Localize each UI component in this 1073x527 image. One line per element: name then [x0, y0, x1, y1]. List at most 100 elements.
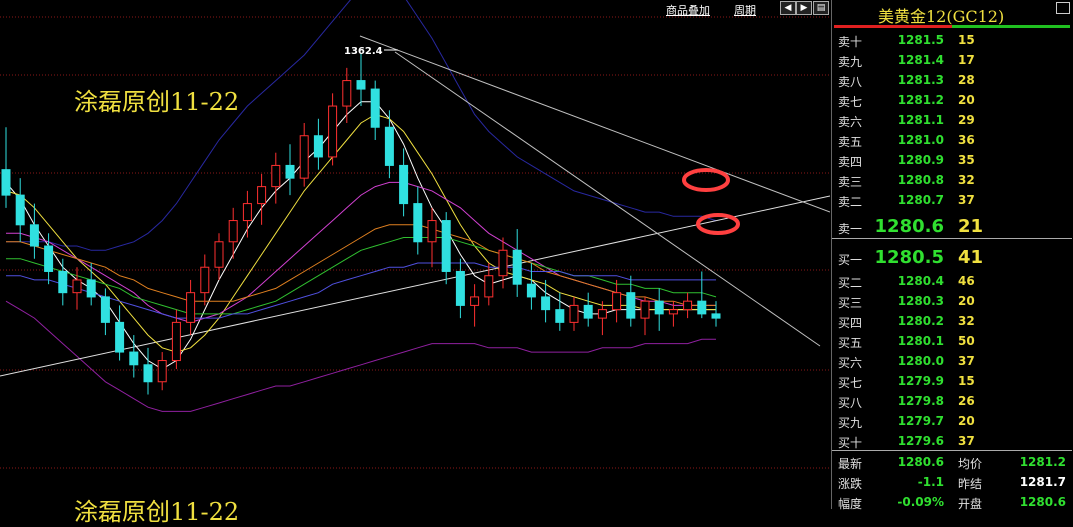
sell-price: 1280.8	[897, 173, 944, 187]
buy-row[interactable]: 买六 1280.0 37	[832, 351, 1072, 371]
buy-row[interactable]: 买七 1279.9 15	[832, 371, 1072, 391]
sell-row[interactable]: 卖三 1280.8 32	[832, 170, 1072, 190]
sell-price: 1280.7	[897, 193, 944, 207]
sell-label: 卖五	[838, 135, 863, 149]
sell-row[interactable]: 卖二 1280.7 37	[832, 190, 1072, 210]
contract-title: 美黄金12(GC12)	[878, 7, 1005, 26]
sell-price: 1281.3	[897, 73, 944, 87]
candle-body	[242, 203, 252, 222]
sell-qty: 29	[958, 113, 975, 127]
peak-annotation: 1362.4	[344, 46, 383, 57]
buy-row[interactable]: 买一 1280.5 41	[832, 245, 1072, 268]
watermark-bottom: 涂磊原创11-22	[74, 498, 240, 526]
buy-qty: 37	[958, 354, 975, 368]
candle-body	[200, 266, 210, 294]
sell-label: 卖一	[838, 222, 863, 236]
sell-strength-bar	[834, 25, 952, 28]
candle-body	[484, 275, 494, 298]
nav-menu-button[interactable]: ▤	[813, 1, 829, 15]
buy-qty: 37	[958, 434, 975, 448]
moving-average-line	[5, 113, 716, 353]
candle-body	[626, 292, 636, 319]
sell-qty: 37	[958, 193, 975, 207]
candle-body	[711, 313, 721, 319]
candle-body	[498, 249, 508, 277]
buy-qty: 20	[958, 294, 975, 308]
sell-row[interactable]: 卖十 1281.5 15	[832, 30, 1072, 50]
candle-body	[413, 203, 423, 243]
buy-label: 买六	[838, 356, 863, 370]
moving-average-line	[5, 101, 716, 370]
sell-price: 1281.0	[897, 133, 944, 147]
candle-body	[612, 292, 622, 311]
sell-qty: 36	[958, 133, 975, 147]
buy-row[interactable]: 买三 1280.3 20	[832, 291, 1072, 311]
candle-body	[313, 135, 323, 158]
period-link[interactable]: 周期	[734, 2, 756, 18]
sell-row[interactable]: 卖六 1281.1 29	[832, 110, 1072, 130]
nav-right-button[interactable]: ▶	[796, 1, 812, 15]
panel-toggle-button[interactable]	[1056, 2, 1070, 14]
candle-body	[186, 292, 196, 323]
candle-body	[555, 309, 565, 323]
sell-label: 卖八	[838, 75, 863, 89]
buy-label: 买二	[838, 276, 863, 290]
highlight-marks	[384, 49, 740, 235]
panel-header: 美黄金12(GC12)	[832, 0, 1072, 26]
band-lower-line	[5, 300, 716, 412]
candle-body	[129, 351, 139, 366]
buy-row[interactable]: 买八 1279.8 26	[832, 391, 1072, 411]
buy-label: 买七	[838, 376, 863, 390]
buy-row[interactable]: 买四 1280.2 32	[832, 311, 1072, 331]
candle-body	[654, 300, 664, 315]
candle-body	[356, 80, 366, 90]
candle-body	[157, 360, 167, 383]
buy-row[interactable]: 买二 1280.4 46	[832, 271, 1072, 291]
buy-price: 1280.4	[897, 274, 944, 288]
candle-body	[29, 224, 39, 247]
highlight-ellipse-lower	[696, 213, 740, 235]
stat-row-percent: 幅度 -0.09% 开盘 1280.6	[838, 495, 1066, 511]
sell-row[interactable]: 卖八 1281.3 28	[832, 70, 1072, 90]
candle-body	[328, 105, 338, 158]
candle-body	[640, 300, 650, 319]
candle-body	[399, 164, 409, 205]
candle-body	[455, 270, 465, 306]
candlestick-chart: 1362.4	[0, 0, 830, 469]
buy-strength-bar	[952, 25, 1070, 28]
buy-qty: 46	[958, 274, 975, 288]
sell-row[interactable]: 卖九 1281.4 17	[832, 50, 1072, 70]
buy-row[interactable]: 买五 1280.1 50	[832, 331, 1072, 351]
candle-body	[384, 126, 394, 166]
sell-row[interactable]: 卖一 1280.6 21	[832, 214, 1072, 237]
resistance-trend-line	[359, 35, 830, 213]
sell-label: 卖二	[838, 195, 863, 209]
candle-body	[115, 321, 125, 353]
sell-qty: 15	[958, 33, 975, 47]
candle-body	[597, 309, 607, 319]
nav-left-button[interactable]: ◀	[780, 1, 796, 15]
buy-row[interactable]: 买九 1279.7 20	[832, 411, 1072, 431]
buy-price: 1279.8	[897, 394, 944, 408]
candle-body	[214, 241, 224, 268]
buy-row[interactable]: 买十 1279.6 37	[832, 431, 1072, 451]
sell-row[interactable]: 卖四 1280.9 35	[832, 150, 1072, 170]
buy-price: 1280.3	[897, 294, 944, 308]
buy-qty: 26	[958, 394, 975, 408]
sell-row[interactable]: 卖五 1281.0 36	[832, 130, 1072, 150]
candle-body	[72, 279, 82, 294]
buy-price: 1279.6	[897, 434, 944, 448]
sell-price: 1280.6	[874, 216, 944, 237]
buy-price: 1280.2	[897, 314, 944, 328]
buy-qty: 15	[958, 374, 975, 388]
candle-body	[44, 245, 54, 272]
book-divider	[832, 238, 1072, 239]
sell-row[interactable]: 卖七 1281.2 20	[832, 90, 1072, 110]
candle-body	[470, 296, 480, 306]
buy-label: 买八	[838, 396, 863, 410]
candle-body	[427, 220, 437, 243]
moving-average-line	[6, 181, 716, 323]
overlay-link[interactable]: 商品叠加	[666, 2, 710, 18]
candle-body	[1, 169, 11, 196]
candle-body	[569, 304, 579, 323]
